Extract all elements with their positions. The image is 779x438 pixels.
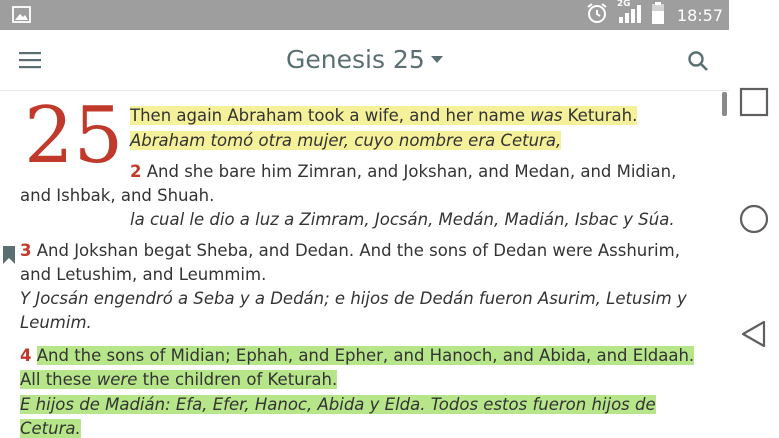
verse-1-es-text: Abraham tomó otra mujer, cuyo nombre era… (130, 131, 562, 150)
verse-4-en-d: the children of Keturah. (137, 370, 338, 389)
verse-1-en-b: was (530, 106, 563, 125)
status-bar: 2G 18:57 (0, 0, 729, 30)
verse-2-en-line1[interactable]: 2 And she bare him Zimran, and Jokshan, … (130, 162, 676, 181)
verse-number: 3 (20, 241, 32, 260)
verse-2-en-b: and Ishbak, and Shuah. (20, 186, 215, 205)
verse-3-en-a: And Jokshan begat Sheba, and Dedan. And … (31, 241, 680, 260)
verse-number: 4 (20, 346, 32, 365)
menu-icon (19, 52, 41, 69)
verse-4-es-b: Cetura. (20, 419, 81, 438)
back-button[interactable] (738, 318, 770, 350)
recents-button[interactable] (738, 86, 770, 118)
book-chapter-selector[interactable]: Genesis 25 (286, 45, 443, 74)
verse-3-en-b: and Letushim, and Leummim. (20, 265, 267, 284)
status-icons: 2G 18:57 (585, 0, 723, 30)
battery-icon (651, 1, 665, 29)
home-icon (739, 204, 769, 234)
chapter-number: 25 (24, 91, 124, 181)
alarm-icon (585, 1, 609, 29)
verse-4-en-line1[interactable]: 4 And the sons of Midian; Ephah, and Eph… (20, 346, 695, 365)
recents-icon (739, 87, 769, 117)
verse-1-en-a: Then again Abraham took a wife, and her … (130, 106, 531, 125)
search-button[interactable] (686, 49, 710, 73)
back-icon (741, 320, 766, 348)
network-type-label: 2G (616, 0, 631, 9)
verse-1-es[interactable]: Abraham tomó otra mujer, cuyo nombre era… (130, 131, 562, 150)
app-bar: Genesis 25 (0, 30, 729, 91)
verse-3-es-line1[interactable]: Y Jocsán engendró a Seba y a Dedán; e hi… (20, 289, 687, 308)
page-title: Genesis 25 (286, 45, 425, 74)
bible-text: 25 Then again Abraham took a wife, and h… (0, 91, 729, 438)
verse-4-en-b: All these (20, 370, 97, 389)
verse-4-en-a: And the sons of Midian; Ephah, and Epher… (36, 346, 695, 365)
verse-4-es-a: E hijos de Madián: Efa, Efer, Hanoc, Abi… (20, 395, 656, 414)
menu-button[interactable] (18, 50, 42, 70)
verse-2-es-text: la cual le dio a luz a Zimram, Jocsán, M… (130, 210, 675, 229)
verse-2-en-line2[interactable]: and Ishbak, and Shuah. (20, 186, 214, 205)
signal-icon: 2G (616, 0, 643, 29)
dropdown-caret-icon (430, 56, 443, 63)
verse-4-es-line1[interactable]: E hijos de Madián: Efa, Efer, Hanoc, Abi… (20, 395, 656, 414)
gallery-notification-icon (12, 6, 31, 23)
verse-3-en-line1[interactable]: 3 And Jokshan begat Sheba, and Dedan. An… (20, 241, 680, 260)
verse-3-es-a: Y Jocsán engendró a Seba y a Dedán; e hi… (20, 289, 687, 308)
verse-number: 2 (130, 162, 142, 181)
verse-2-en-a: And she bare him Zimran, and Jokshan, an… (141, 162, 677, 181)
verse-3-en-line2[interactable]: and Letushim, and Leummim. (20, 265, 266, 284)
verse-1-en[interactable]: Then again Abraham took a wife, and her … (130, 106, 638, 125)
system-navigation-bar (729, 0, 779, 438)
search-icon (688, 51, 708, 71)
app-screen: 2G 18:57 Genesis 25 25 Then again Abraha… (0, 0, 729, 438)
verse-4-es-line2[interactable]: Cetura. (20, 419, 81, 438)
verse-2-es[interactable]: la cual le dio a luz a Zimram, Jocsán, M… (130, 210, 675, 229)
verse-4-en-line2[interactable]: All these were the children of Keturah. (20, 370, 338, 389)
verse-4-en-c: were (96, 370, 138, 389)
verse-1-en-c: Keturah. (562, 106, 638, 125)
verse-3-es-b: Leumim. (20, 313, 92, 332)
status-time: 18:57 (676, 5, 723, 25)
bookmark-icon[interactable] (3, 246, 15, 264)
home-button[interactable] (738, 203, 770, 235)
verse-3-es-line2[interactable]: Leumim. (20, 313, 92, 332)
